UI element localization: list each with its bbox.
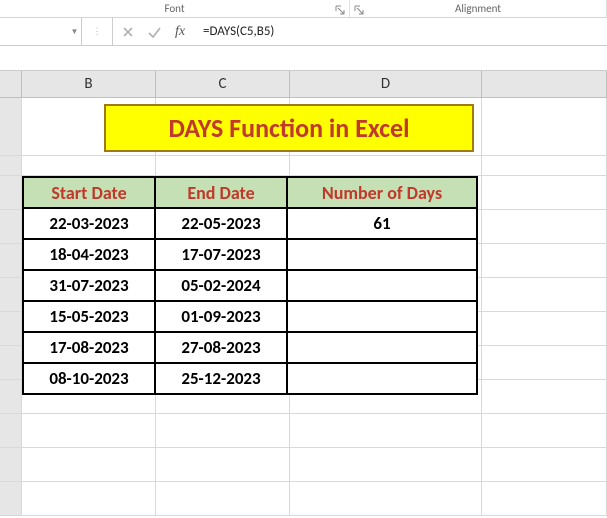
cell[interactable] (156, 482, 290, 516)
cell[interactable] (482, 278, 607, 312)
cell-days[interactable] (287, 270, 477, 301)
select-all-corner[interactable] (0, 71, 22, 97)
table-row: 08-10-2023 25-12-2023 (23, 363, 477, 394)
row-header[interactable] (0, 346, 22, 380)
cell[interactable] (22, 156, 156, 176)
cell[interactable] (482, 414, 607, 448)
cell[interactable] (290, 482, 482, 516)
cell[interactable] (290, 414, 482, 448)
cell-days[interactable] (287, 363, 477, 394)
formula-commit-group: fx (113, 18, 195, 45)
cell[interactable] (482, 380, 607, 414)
cell[interactable] (22, 414, 156, 448)
cell[interactable] (482, 346, 607, 380)
cell-start-date[interactable]: 08-10-2023 (23, 363, 155, 394)
cell-days[interactable] (287, 301, 477, 332)
column-headers: B C D (0, 70, 607, 98)
row-header[interactable] (0, 210, 22, 244)
ribbon-font-label: Font (164, 2, 184, 15)
cell[interactable] (482, 482, 607, 516)
row-header[interactable] (0, 156, 22, 176)
cell[interactable] (482, 176, 607, 210)
table-row: 31-07-2023 05-02-2024 (23, 270, 477, 301)
cell-start-date[interactable]: 15-05-2023 (23, 301, 155, 332)
cell-start-date[interactable]: 17-08-2023 (23, 332, 155, 363)
column-header-d[interactable]: D (290, 71, 482, 97)
cell-days[interactable] (287, 239, 477, 270)
more-options-icon: ⋮ (84, 18, 110, 45)
row-header[interactable] (0, 98, 22, 156)
row-header[interactable] (0, 176, 22, 210)
cell-days[interactable]: 61 (287, 208, 477, 239)
table-header-row: Start Date End Date Number of Days (23, 177, 477, 208)
formula-bar: ▼ ⋮ fx (0, 18, 607, 46)
row-header[interactable] (0, 312, 22, 346)
table-row: 17-08-2023 27-08-2023 (23, 332, 477, 363)
cancel-icon (115, 18, 141, 45)
row-header[interactable] (0, 278, 22, 312)
row-header[interactable] (0, 414, 22, 448)
data-table: Start Date End Date Number of Days 22-03… (22, 176, 478, 395)
enter-icon (141, 18, 167, 45)
cell[interactable] (156, 156, 290, 176)
cell-end-date[interactable]: 01-09-2023 (155, 301, 287, 332)
cell[interactable] (482, 210, 607, 244)
cell[interactable] (290, 156, 482, 176)
column-header-c[interactable]: C (156, 71, 290, 97)
ribbon-group-labels: Font Alignment (0, 0, 607, 18)
name-box-dropdown-icon[interactable]: ▼ (68, 18, 82, 45)
font-dialog-launcher-icon[interactable] (335, 5, 345, 15)
column-header-e[interactable] (482, 71, 607, 97)
table-row: 18-04-2023 17-07-2023 (23, 239, 477, 270)
cell-end-date[interactable]: 17-07-2023 (155, 239, 287, 270)
cell-end-date[interactable]: 05-02-2024 (155, 270, 287, 301)
column-header-b[interactable]: B (22, 71, 156, 97)
row-header[interactable] (0, 380, 22, 414)
cell[interactable] (22, 448, 156, 482)
table-row: 22-03-2023 22-05-2023 61 (23, 208, 477, 239)
ribbon-alignment-section: Alignment (350, 0, 607, 17)
header-start-date[interactable]: Start Date (23, 177, 155, 208)
spacer (0, 46, 607, 70)
alignment-dialog-launcher-icon[interactable] (354, 5, 364, 15)
cell[interactable] (290, 448, 482, 482)
cell-start-date[interactable]: 31-07-2023 (23, 270, 155, 301)
header-end-date[interactable]: End Date (155, 177, 287, 208)
sheet-body: DAYS Function in Excel Start Date End Da… (0, 98, 607, 516)
table-row: 15-05-2023 01-09-2023 (23, 301, 477, 332)
cell[interactable] (482, 448, 607, 482)
cell[interactable] (482, 98, 607, 156)
header-number-of-days[interactable]: Number of Days (287, 177, 477, 208)
cell[interactable] (156, 414, 290, 448)
cell-end-date[interactable]: 25-12-2023 (155, 363, 287, 394)
ribbon-alignment-label: Alignment (455, 2, 501, 15)
cell-days[interactable] (287, 332, 477, 363)
page-title: DAYS Function in Excel (104, 104, 474, 152)
cell[interactable] (482, 156, 607, 176)
cell-start-date[interactable]: 18-04-2023 (23, 239, 155, 270)
row-header[interactable] (0, 448, 22, 482)
cell[interactable] (482, 312, 607, 346)
name-box[interactable] (0, 18, 68, 45)
cell[interactable] (156, 448, 290, 482)
row-header[interactable] (0, 244, 22, 278)
insert-function-icon[interactable]: fx (167, 18, 193, 45)
formula-button-group: ⋮ (82, 18, 113, 45)
cell[interactable] (482, 244, 607, 278)
cell-end-date[interactable]: 22-05-2023 (155, 208, 287, 239)
cell[interactable] (22, 482, 156, 516)
cell-end-date[interactable]: 27-08-2023 (155, 332, 287, 363)
row-header[interactable] (0, 482, 22, 516)
formula-input[interactable] (195, 18, 607, 45)
cell-start-date[interactable]: 22-03-2023 (23, 208, 155, 239)
ribbon-font-section: Font (0, 0, 350, 17)
